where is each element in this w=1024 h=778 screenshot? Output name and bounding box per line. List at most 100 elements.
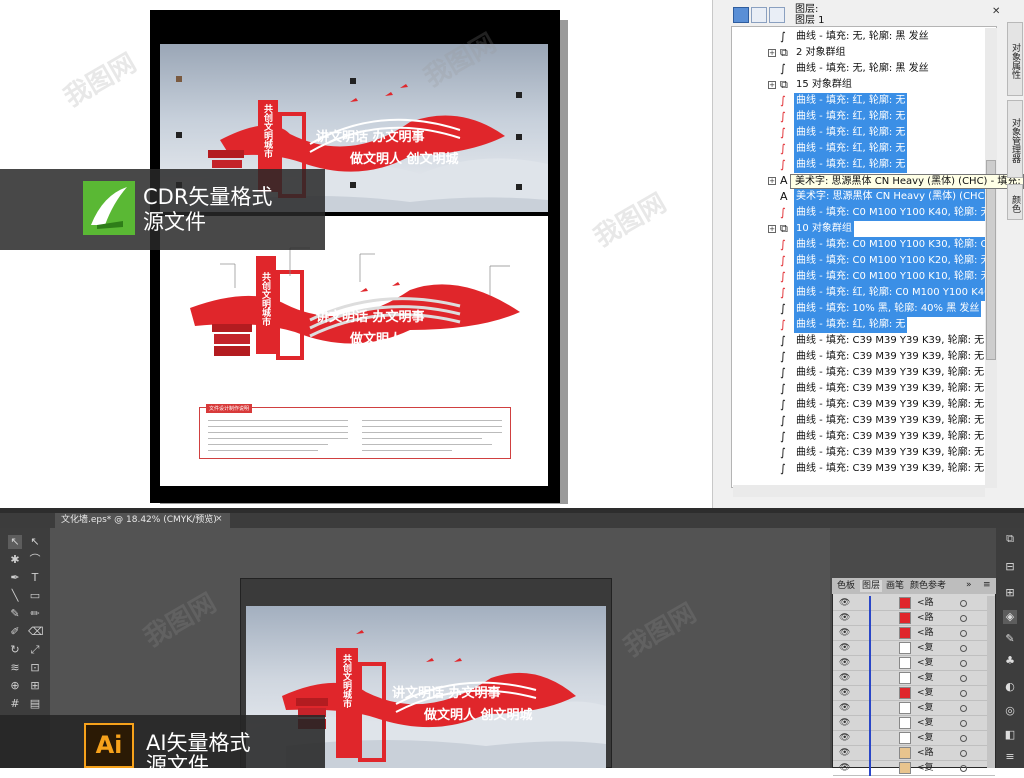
selection-handle[interactable] (516, 92, 522, 98)
selection-handle[interactable] (176, 76, 182, 82)
graphic-styles-panel-icon[interactable]: ◧ (1003, 728, 1017, 742)
color-panel-icon[interactable]: ◐ (1003, 680, 1017, 694)
target-circle-icon[interactable] (960, 690, 967, 697)
line-tool-icon[interactable]: ╲ (8, 589, 22, 603)
target-circle-icon[interactable] (960, 660, 967, 667)
layer-view-button[interactable] (733, 7, 749, 23)
rotate-tool-icon[interactable]: ↻ (8, 643, 22, 657)
side-tab-color[interactable]: 颜色 (1007, 184, 1023, 220)
tab-brushes[interactable]: 画笔 (886, 580, 904, 592)
appearance-panel-icon[interactable]: ◎ (1003, 704, 1017, 718)
close-tab-icon[interactable]: × (215, 514, 223, 524)
layers-scrollbar[interactable] (987, 596, 995, 768)
type-tool-icon[interactable]: T (28, 571, 42, 585)
object-tree-row[interactable]: ∫ 曲线 - 填充: C39 M39 Y39 K39, 轮廓: 无 (732, 413, 996, 429)
ai-layer-row[interactable]: 👁 <复 (833, 686, 995, 701)
visibility-eye-icon[interactable]: 👁 (839, 628, 850, 638)
object-tree-row[interactable]: ∫ 曲线 - 填充: C39 M39 Y39 K39, 轮廓: 无 (732, 365, 996, 381)
target-circle-icon[interactable] (960, 735, 967, 742)
rectangle-tool-icon[interactable]: ▭ (28, 589, 42, 603)
selection-handle[interactable] (176, 132, 182, 138)
brush-panel-icon[interactable]: ✎ (1003, 632, 1017, 646)
object-tree-row[interactable]: ∫ 曲线 - 填充: C39 M39 Y39 K39, 轮廓: 无 (732, 429, 996, 445)
pencil-tool-icon[interactable]: ✏ (28, 607, 42, 621)
tree-horizontal-scrollbar[interactable] (733, 485, 985, 497)
expand-toggle-icon[interactable]: + (768, 81, 776, 89)
object-tree-row[interactable]: + ⧉ 10 对象群组 (732, 221, 996, 237)
object-tree-row[interactable]: ∫ 曲线 - 填充: 红, 轮廓: 无 (732, 157, 996, 173)
object-tree-row[interactable]: + ⧉ 2 对象群组 (732, 45, 996, 61)
side-tab-object-manager[interactable]: 对象管理器 (1007, 100, 1023, 178)
symbols-panel-icon[interactable]: ♣ (1003, 654, 1017, 668)
stroke-panel-icon[interactable]: ≡ (1003, 750, 1017, 764)
layers-panel-icon[interactable]: ◈ (1003, 610, 1017, 624)
gradient-tool-icon[interactable]: ▤ (28, 697, 42, 711)
object-tree-row[interactable]: ∫ 曲线 - 填充: C39 M39 Y39 K39, 轮廓: 无 (732, 445, 996, 461)
tab-layers[interactable]: 图层 (860, 580, 883, 592)
object-tree-row[interactable]: ∫ 曲线 - 填充: 红, 轮廓: 无 (732, 317, 996, 333)
panel-collapse-icon[interactable]: » (966, 580, 972, 590)
object-tree-row[interactable]: ∫ 曲线 - 填充: 无, 轮廓: 黑 发丝 (732, 29, 996, 45)
panel-menu-icon[interactable]: ≡ (983, 580, 991, 590)
transform-panel-icon[interactable]: ⊟ (1003, 560, 1017, 574)
mesh-tool-icon[interactable]: # (8, 697, 22, 711)
object-tree-row[interactable]: ∫ 曲线 - 填充: 10% 黑, 轮廓: 40% 黑 发丝 (732, 301, 996, 317)
object-tree-row[interactable]: ∫ 曲线 - 填充: 红, 轮廓: 无 (732, 93, 996, 109)
object-tree-row[interactable]: ∫ 曲线 - 填充: C39 M39 Y39 K39, 轮廓: 无 (732, 381, 996, 397)
object-tree-row[interactable]: ∫ 曲线 - 填充: 无, 轮廓: 黑 发丝 (732, 61, 996, 77)
object-tree-row[interactable]: + ⧉ 15 对象群组 (732, 77, 996, 93)
expand-toggle-icon[interactable]: + (768, 49, 776, 57)
visibility-eye-icon[interactable]: 👁 (839, 763, 850, 773)
object-tree-row[interactable]: ∫ 曲线 - 填充: C39 M39 Y39 K39, 轮廓: 无 (732, 333, 996, 349)
visibility-eye-icon[interactable]: 👁 (839, 748, 850, 758)
target-circle-icon[interactable] (960, 705, 967, 712)
visibility-eye-icon[interactable]: 👁 (839, 703, 850, 713)
target-circle-icon[interactable] (960, 720, 967, 727)
target-circle-icon[interactable] (960, 615, 967, 622)
visibility-eye-icon[interactable]: 👁 (839, 733, 850, 743)
object-tree-row[interactable]: ∫ 曲线 - 填充: C0 M100 Y100 K20, 轮廓: 无 (732, 253, 996, 269)
tab-color-guide[interactable]: 颜色参考 (910, 580, 946, 592)
visibility-eye-icon[interactable]: 👁 (839, 673, 850, 683)
object-tree-row[interactable]: A 美术字: 思源黑体 CN Heavy (黑体) (CHC) - (732, 189, 996, 205)
selection-tool-icon[interactable]: ↖ (8, 535, 22, 549)
target-circle-icon[interactable] (960, 645, 967, 652)
object-tree-row[interactable]: ∫ 曲线 - 填充: 红, 轮廓: 无 (732, 109, 996, 125)
object-tree[interactable]: ∫ 曲线 - 填充: 无, 轮廓: 黑 发丝 + ⧉ 2 对象群组 ∫ 曲线 - 填充: 无… (731, 26, 997, 488)
object-tree-row[interactable]: ∫ 曲线 - 填充: C0 M100 Y100 K30, 轮廓: C0 M (732, 237, 996, 253)
paintbrush-tool-icon[interactable]: ✎ (8, 607, 22, 621)
direct-selection-tool-icon[interactable]: ↖ (28, 535, 42, 549)
ai-layer-row[interactable]: 👁 <路 (833, 626, 995, 641)
selection-handle[interactable] (516, 184, 522, 190)
artboards-panel-icon[interactable]: ⧉ (1003, 532, 1017, 546)
side-tab-object-properties[interactable]: 对象属性 (1007, 22, 1023, 96)
magic-wand-tool-icon[interactable]: ✱ (8, 553, 22, 567)
ai-layer-row[interactable]: 👁 <路 (833, 596, 995, 611)
shape-builder-tool-icon[interactable]: ⊕ (8, 679, 22, 693)
free-transform-tool-icon[interactable]: ⊡ (28, 661, 42, 675)
object-tree-row[interactable]: ∫ 曲线 - 填充: 红, 轮廓: 无 (732, 125, 996, 141)
visibility-eye-icon[interactable]: 👁 (839, 658, 850, 668)
ai-layer-row[interactable]: 👁 <复 (833, 641, 995, 656)
ai-layer-row[interactable]: 👁 <路 (833, 746, 995, 761)
ai-layer-row[interactable]: 👁 <复 (833, 731, 995, 746)
object-tree-row[interactable]: ∫ 曲线 - 填充: C0 M100 Y100 K40, 轮廓: 无 (732, 205, 996, 221)
selection-handle[interactable] (516, 134, 522, 140)
tree-scroll-thumb[interactable] (986, 160, 996, 360)
selection-handle[interactable] (350, 182, 356, 188)
lasso-tool-icon[interactable]: ⌒ (28, 553, 42, 567)
edit-across-layers-button[interactable] (751, 7, 767, 23)
ai-layer-row[interactable]: 👁 <复 (833, 761, 995, 776)
visibility-eye-icon[interactable]: 👁 (839, 613, 850, 623)
object-tree-row[interactable]: ∫ 曲线 - 填充: 红, 轮廓: 无 (732, 141, 996, 157)
object-tree-row[interactable]: ∫ 曲线 - 填充: C39 M39 Y39 K39, 轮廓: 无 (732, 349, 996, 365)
warp-tool-icon[interactable]: ≋ (8, 661, 22, 675)
visibility-eye-icon[interactable]: 👁 (839, 688, 850, 698)
ai-layer-row[interactable]: 👁 <复 (833, 701, 995, 716)
close-icon[interactable]: ✕ (992, 6, 1000, 17)
pen-tool-icon[interactable]: ✒ (8, 571, 22, 585)
visibility-eye-icon[interactable]: 👁 (839, 598, 850, 608)
target-circle-icon[interactable] (960, 600, 967, 607)
ai-layer-row[interactable]: 👁 <复 (833, 656, 995, 671)
eraser-tool-icon[interactable]: ⌫ (28, 625, 44, 639)
